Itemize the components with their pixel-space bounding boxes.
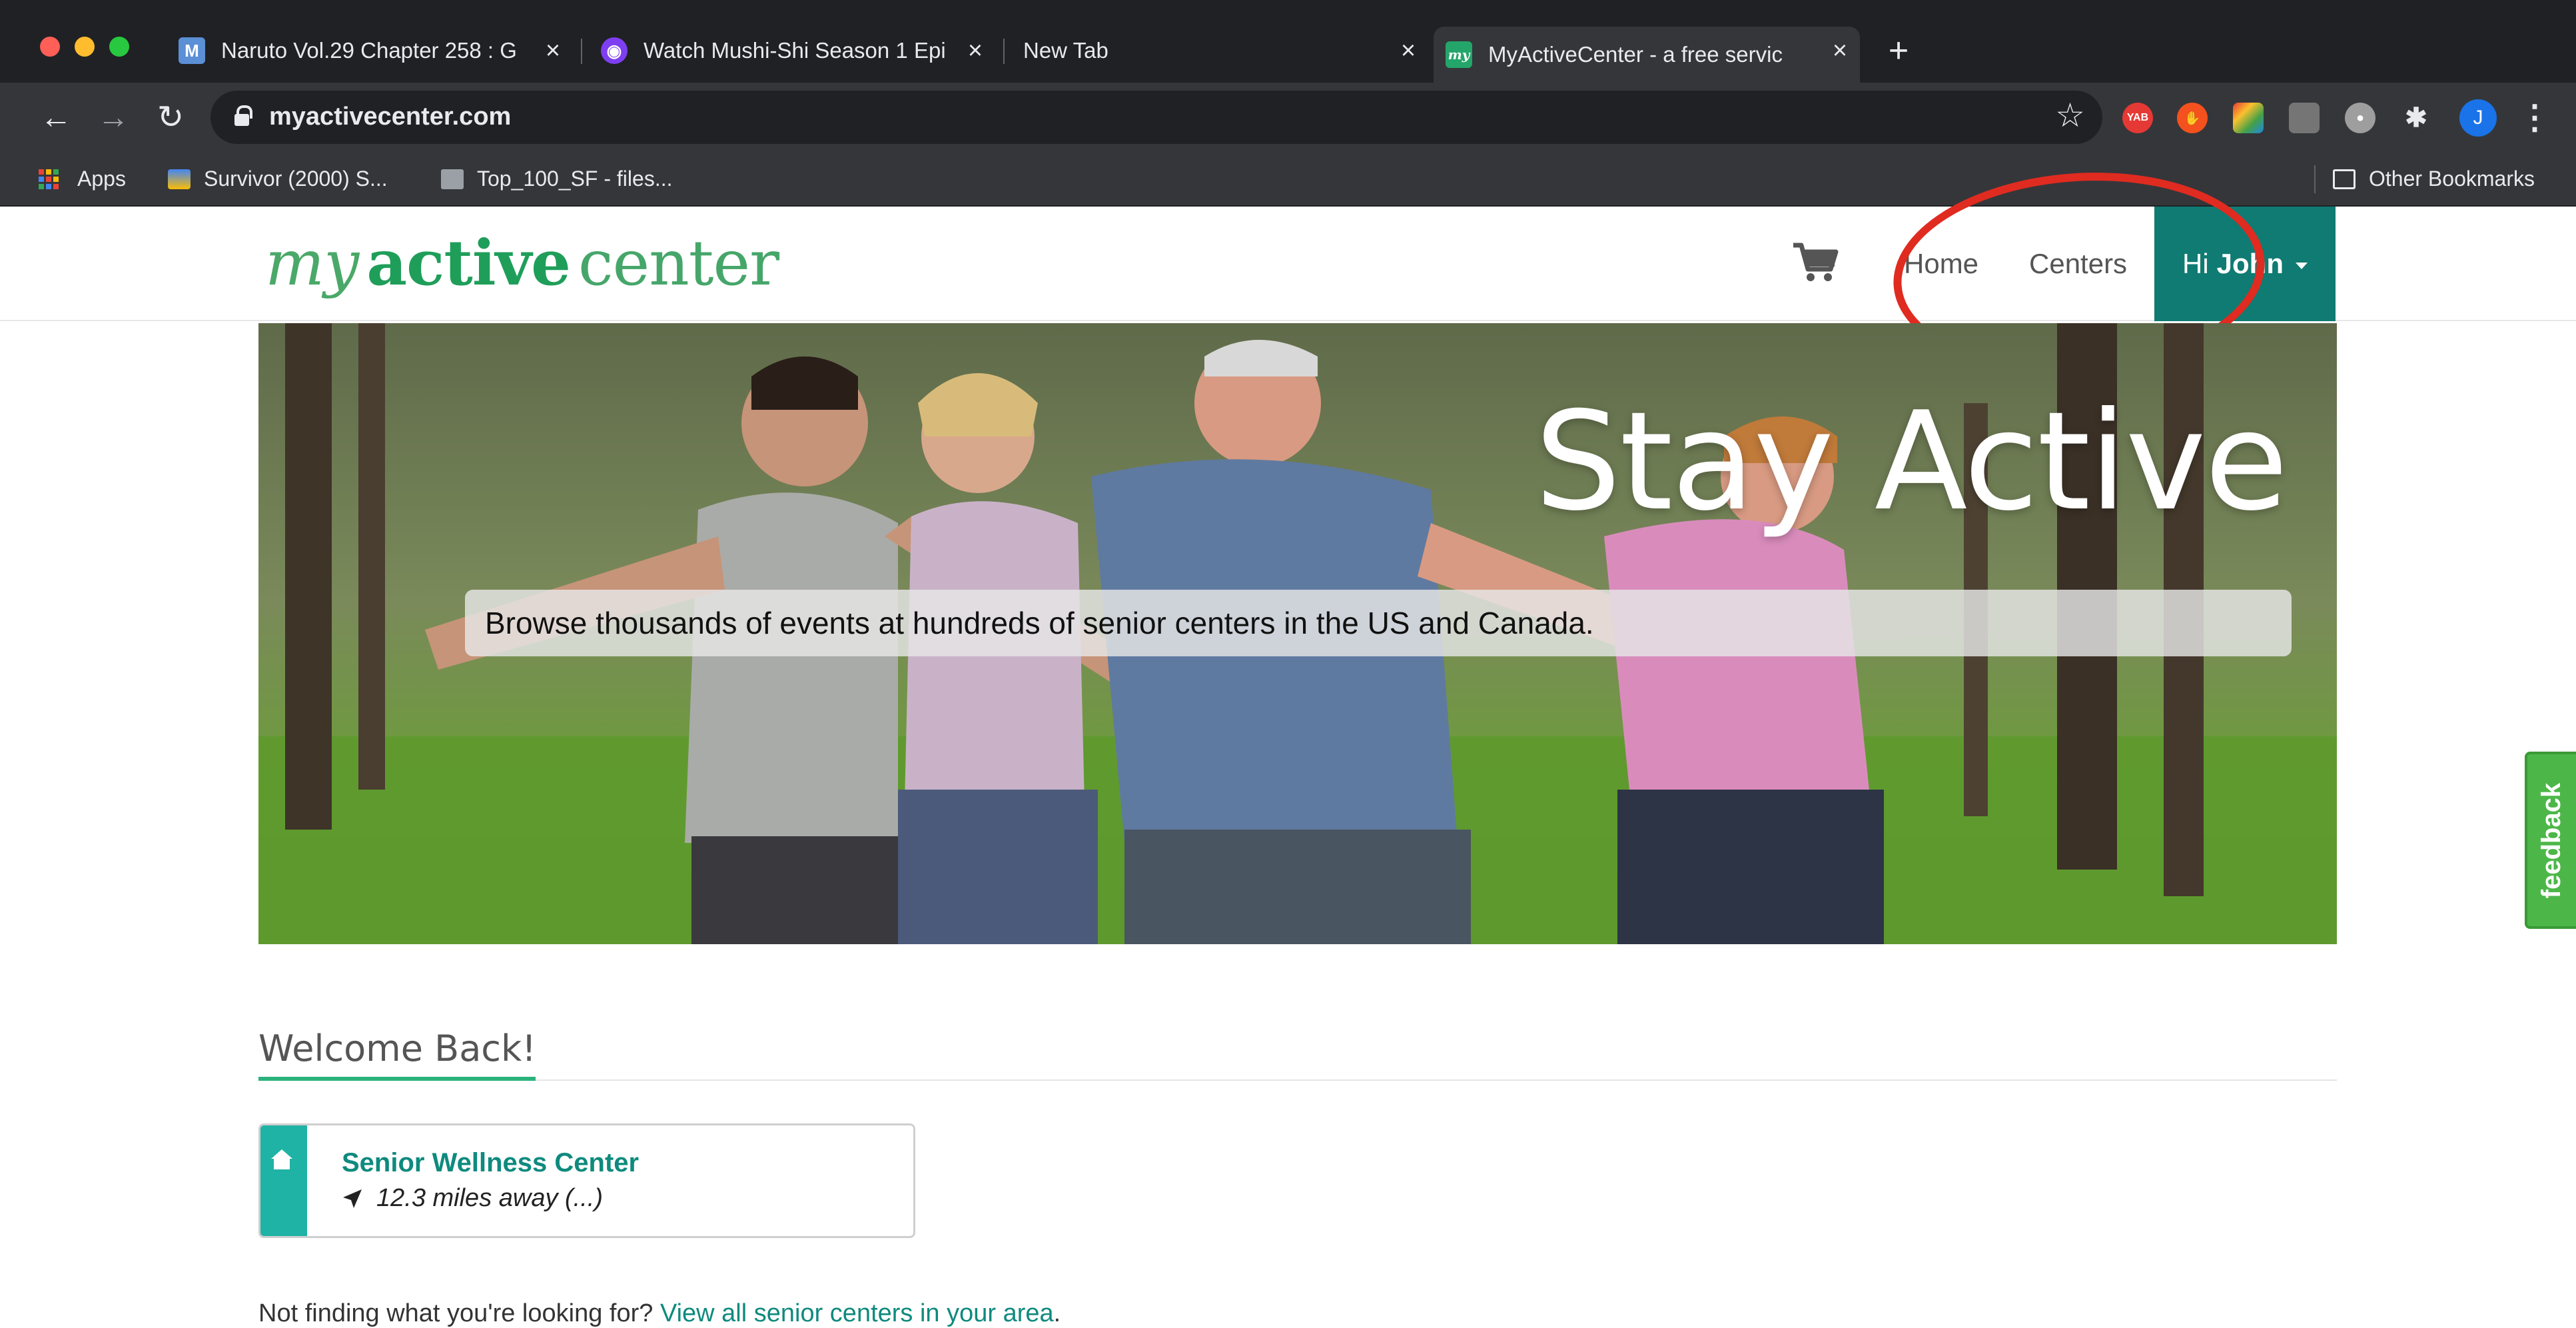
folder-icon xyxy=(2333,169,2356,189)
bookmark-label: Apps xyxy=(77,167,126,191)
address-bar[interactable]: myactivecenter.com ☆ xyxy=(211,91,2102,144)
bookmark-label: Top_100_SF - files... xyxy=(477,167,673,191)
circle-extension-icon[interactable]: ● xyxy=(2345,103,2375,133)
hero-banner: Stay Active Browse thousands of events a… xyxy=(258,323,2337,944)
close-icon[interactable]: × xyxy=(961,36,990,65)
manga-icon: M xyxy=(179,37,205,64)
center-name-link[interactable]: Senior Wellness Center xyxy=(342,1148,639,1178)
other-bookmarks[interactable]: Other Bookmarks xyxy=(2333,167,2535,191)
tab-myactivecenter[interactable]: my MyActiveCenter - a free servic × xyxy=(1434,27,1860,83)
site-navbar: my active center Home Centers Hi John xyxy=(0,160,2576,386)
survivor-icon xyxy=(168,169,191,189)
tab-title: MyActiveCenter - a free servic xyxy=(1488,42,1783,67)
yab-extension-icon[interactable]: YAB xyxy=(2122,103,2153,133)
hand-extension-icon[interactable]: ✋ xyxy=(2177,103,2208,133)
welcome-heading: Welcome Back! xyxy=(258,1027,536,1069)
close-icon[interactable]: × xyxy=(1394,36,1423,65)
apps-grid-icon xyxy=(39,169,61,189)
welcome-underline xyxy=(258,1077,536,1081)
shopping-cart-icon[interactable] xyxy=(1792,241,1839,284)
home-icon xyxy=(271,1149,292,1169)
user-name: John xyxy=(2216,248,2284,279)
caret-down-icon xyxy=(2296,263,2308,269)
tab-naruto[interactable]: M Naruto Vol.29 Chapter 258 : G × xyxy=(167,27,573,75)
lock-icon xyxy=(234,105,252,126)
section-divider xyxy=(258,1079,2337,1081)
new-tab-button[interactable]: + xyxy=(1880,31,1917,70)
location-arrow-icon xyxy=(343,1189,362,1208)
browser-menu-icon[interactable]: ⋮ xyxy=(2518,97,2551,137)
bookmark-star-icon[interactable]: ☆ xyxy=(2055,96,2085,135)
close-icon[interactable]: × xyxy=(538,36,568,65)
hero-title: Stay Active xyxy=(1534,383,2288,541)
bookmarks-bar: Apps Survivor (2000) S... Top_100_SF - f… xyxy=(0,152,2576,207)
center-distance: 12.3 miles away (...) xyxy=(342,1184,603,1213)
back-arrow-icon[interactable]: ← xyxy=(36,97,76,137)
web-page: my active center Home Centers Hi John St… xyxy=(0,160,2576,1327)
bookmark-top-100-sf[interactable]: Top_100_SF - files... xyxy=(441,167,672,191)
folder-icon xyxy=(441,169,464,189)
browser-window: M Naruto Vol.29 Chapter 258 : G × ◉ Watc… xyxy=(0,0,2576,1327)
bookmark-survivor[interactable]: Survivor (2000) S... xyxy=(168,167,388,191)
bookmark-label: Survivor (2000) S... xyxy=(204,167,388,191)
site-logo[interactable]: my active center xyxy=(265,227,779,300)
senior-center-card[interactable]: Senior Wellness Center 12.3 miles away (… xyxy=(258,1123,915,1238)
footnote-text: Not finding what you're looking for? Vie… xyxy=(258,1299,1061,1327)
bookmark-apps[interactable]: Apps xyxy=(39,167,126,191)
browser-toolbar: ← → ↻ myactivecenter.com ☆ YAB ✋ ● ✱ J ⋮ xyxy=(0,83,2576,152)
tab-title: Watch Mushi-Shi Season 1 Epi xyxy=(644,38,946,63)
grid-extension-icon[interactable] xyxy=(2289,103,2320,133)
reload-icon[interactable]: ↻ xyxy=(151,97,191,137)
user-menu-dropdown[interactable]: Hi John xyxy=(2154,207,2336,321)
tab-title: New Tab xyxy=(1023,38,1108,63)
tab-mushishi[interactable]: ◉ Watch Mushi-Shi Season 1 Epi × xyxy=(589,27,995,75)
zoom-window-button[interactable] xyxy=(109,37,129,57)
hero-subtitle: Browse thousands of events at hundreds o… xyxy=(465,590,2292,656)
color-extension-icon[interactable] xyxy=(2233,103,2264,133)
card-accent-strip xyxy=(260,1125,307,1236)
profile-avatar[interactable]: J xyxy=(2459,99,2497,137)
nav-centers-link[interactable]: Centers xyxy=(2029,207,2127,321)
bookmark-label: Other Bookmarks xyxy=(2369,167,2535,191)
close-window-button[interactable] xyxy=(40,37,60,57)
puzzle-extensions-icon[interactable]: ✱ xyxy=(2401,103,2431,133)
view-all-centers-link[interactable]: View all senior centers in your area xyxy=(660,1299,1054,1327)
forward-arrow-icon[interactable]: → xyxy=(93,97,133,137)
minimize-window-button[interactable] xyxy=(75,37,95,57)
nav-home-link[interactable]: Home xyxy=(1904,207,1978,321)
url-text[interactable]: myactivecenter.com xyxy=(269,103,511,131)
tab-new-tab[interactable]: New Tab × xyxy=(1011,27,1428,75)
anime-icon: ◉ xyxy=(601,37,628,64)
close-icon[interactable]: × xyxy=(1825,36,1855,65)
myactivecenter-favicon: my xyxy=(1446,41,1472,68)
feedback-tab[interactable]: feedback xyxy=(2525,752,2576,929)
tab-title: Naruto Vol.29 Chapter 258 : G xyxy=(221,38,517,63)
